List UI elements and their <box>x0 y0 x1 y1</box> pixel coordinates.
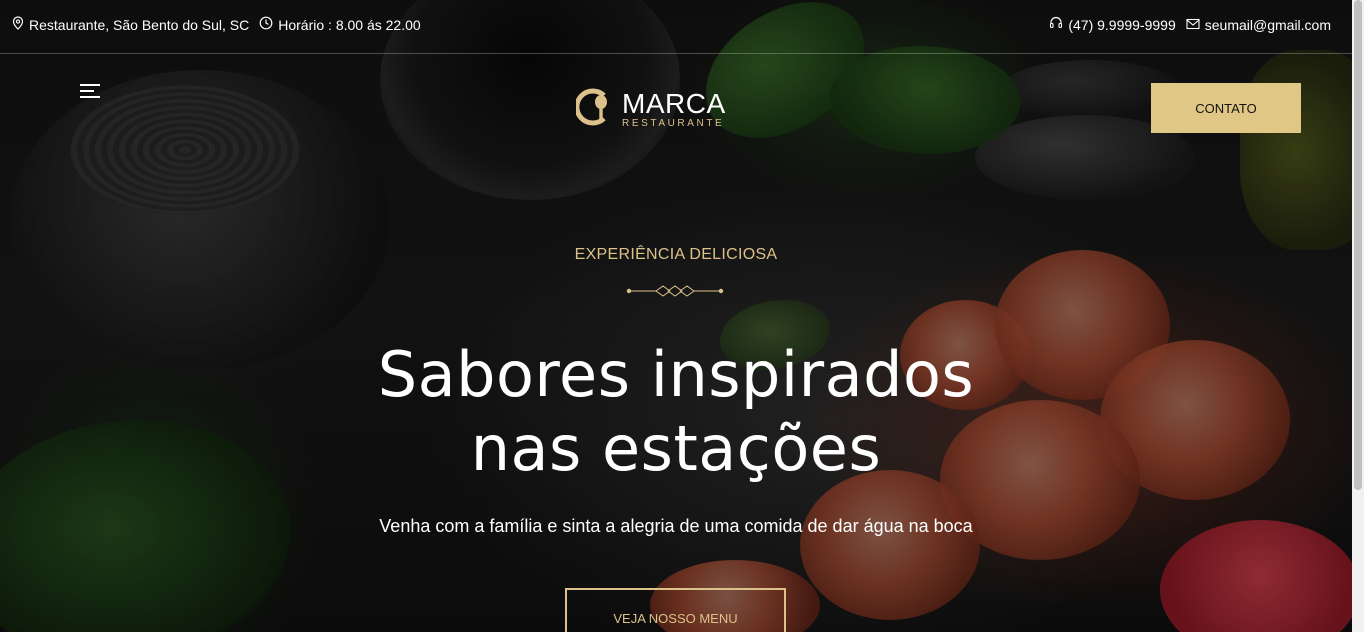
location-text: Restaurante, São Bento do Sul, SC <box>29 16 250 33</box>
hero-subtitle: Venha com a família e sinta a alegria de… <box>379 516 973 536</box>
top-info-left: Restaurante, São Bento do Sul, SC Horári… <box>12 16 431 33</box>
headline-line-1: Sabores inspirados <box>377 338 975 411</box>
plate-spoon-icon <box>574 87 616 132</box>
headline-line-2: nas estações <box>470 412 882 485</box>
contact-button[interactable]: CONTATO <box>1151 83 1301 133</box>
brand-logo[interactable]: MARCA RESTAURANTE <box>574 87 726 132</box>
headset-icon <box>1049 16 1063 33</box>
logo-text: MARCA RESTAURANTE <box>622 90 726 129</box>
top-info-right: (47) 9.9999-9999 seumail@gmail.com <box>1039 16 1331 33</box>
scrollbar-thumb[interactable] <box>1354 0 1362 490</box>
hero-eyebrow: EXPERIÊNCIA DELICIOSA <box>574 246 778 263</box>
hours-text: Horário : 8.00 ás 22.00 <box>278 16 421 33</box>
logo-name: MARCA <box>622 88 726 119</box>
page-scrollbar[interactable] <box>1352 0 1364 632</box>
hero-headline: Sabores inspirados nas estações <box>0 338 1352 486</box>
view-menu-button[interactable]: VEJA NOSSO MENU <box>565 588 786 632</box>
phone-info[interactable]: (47) 9.9999-9999 <box>1049 16 1176 33</box>
hours-info: Horário : 8.00 ás 22.00 <box>259 16 421 33</box>
location-info: Restaurante, São Bento do Sul, SC <box>12 16 249 33</box>
phone-text[interactable]: (47) 9.9999-9999 <box>1068 17 1175 33</box>
email-text[interactable]: seumail@gmail.com <box>1205 17 1331 33</box>
hamburger-icon[interactable] <box>80 82 100 100</box>
ornament-divider-icon <box>626 284 724 303</box>
map-pin-icon <box>12 16 24 33</box>
top-info-bar: Restaurante, São Bento do Sul, SC Horári… <box>0 0 1352 54</box>
email-info[interactable]: seumail@gmail.com <box>1186 17 1331 33</box>
envelope-icon <box>1186 17 1200 33</box>
logo-subtitle: RESTAURANTE <box>622 118 725 129</box>
clock-icon <box>259 16 273 33</box>
